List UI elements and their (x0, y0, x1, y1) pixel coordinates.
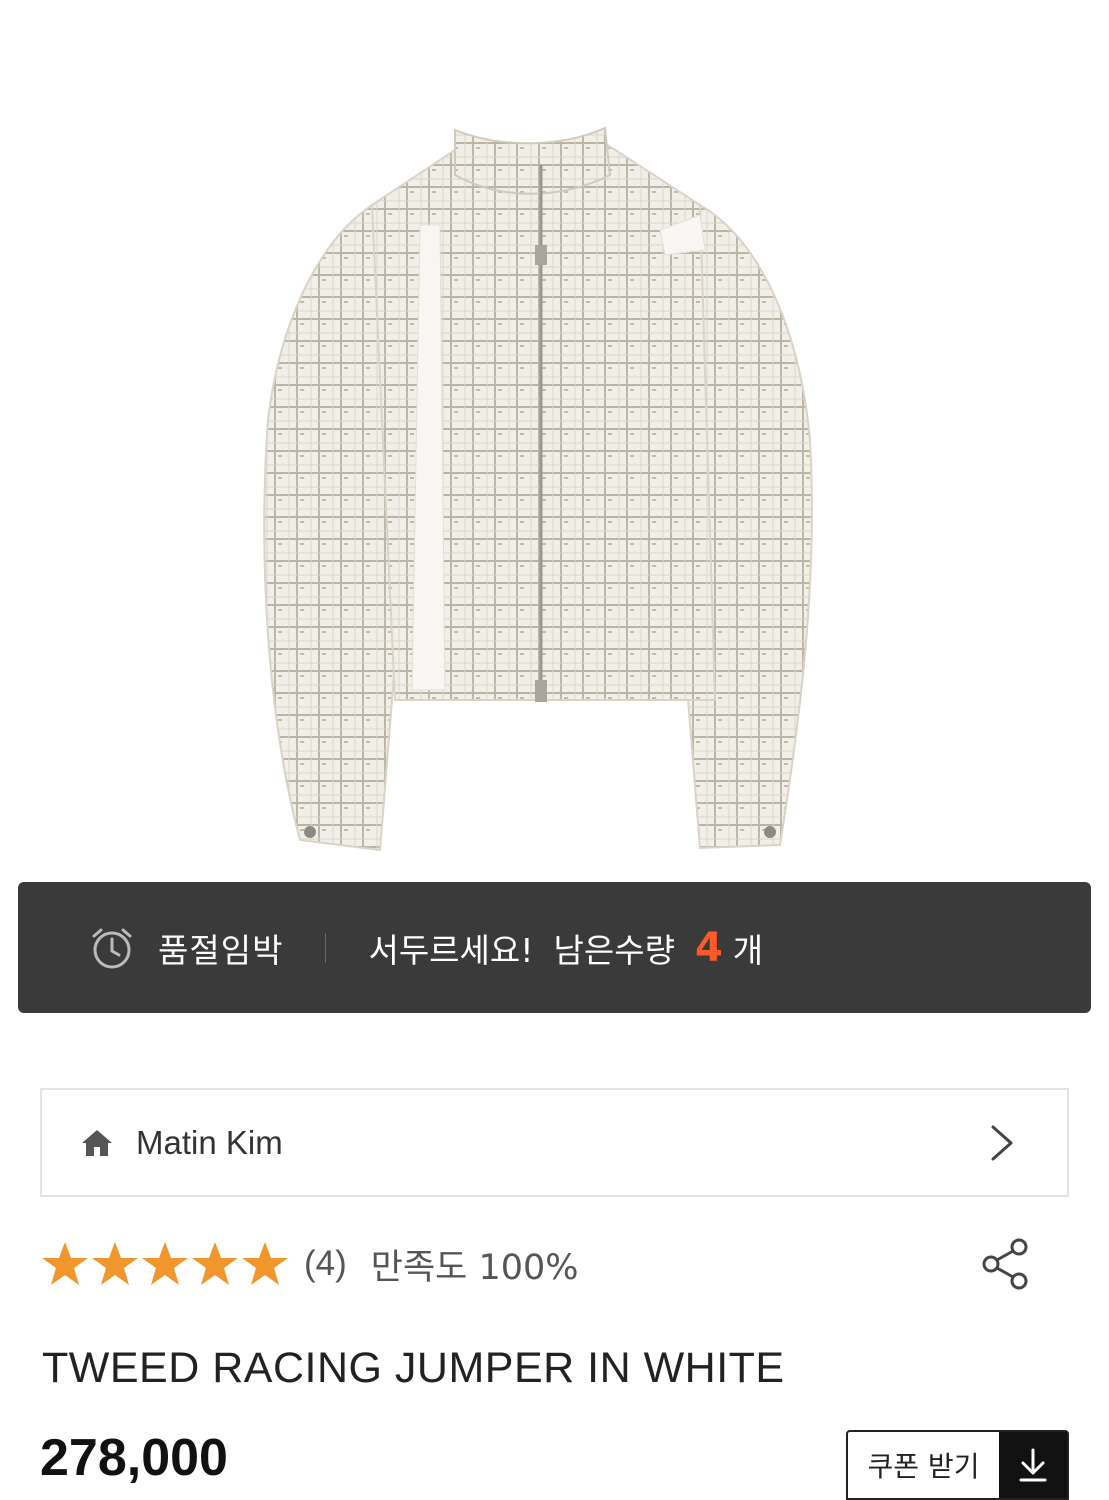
soldout-soon-label: 품절임박 (158, 930, 284, 970)
star-icon (242, 1242, 288, 1285)
review-count[interactable]: (4) (304, 1244, 347, 1284)
chevron-right-icon (991, 1125, 1013, 1160)
share-icon[interactable] (979, 1237, 1031, 1291)
star-icon (92, 1242, 138, 1285)
product-title: TWEED RACING JUMPER IN WHITE (42, 1344, 785, 1392)
star-icon (142, 1242, 188, 1285)
satisfaction-rate: 만족도 100% (370, 1247, 579, 1288)
coupon-download-button[interactable]: 쿠폰 받기 (846, 1430, 1069, 1500)
stock-alert-banner: 품절임박 서두르세요! 남은수량 4 개 (18, 882, 1091, 1013)
brand-name: Matin Kim (136, 1123, 283, 1161)
alarm-clock-icon (92, 928, 132, 968)
remaining-count: 4 (694, 924, 723, 971)
remaining-unit: 개 (732, 930, 764, 970)
star-icon (42, 1242, 88, 1285)
product-image[interactable] (0, 0, 1109, 870)
product-price: 278,000 (40, 1429, 228, 1487)
star-rating[interactable] (40, 1240, 290, 1288)
home-icon (82, 1129, 112, 1156)
jacket-illustration (263, 126, 813, 852)
hurry-text: 서두르세요! (368, 930, 534, 970)
remaining-label: 남은수량 (553, 930, 675, 970)
rating-row: (4) 만족도 100% (40, 1232, 1069, 1296)
banner-divider (325, 932, 327, 963)
coupon-label: 쿠폰 받기 (867, 1450, 980, 1483)
star-icon (192, 1242, 238, 1285)
brand-link[interactable]: Matin Kim (40, 1088, 1069, 1197)
download-arrow-icon (999, 1432, 1067, 1498)
